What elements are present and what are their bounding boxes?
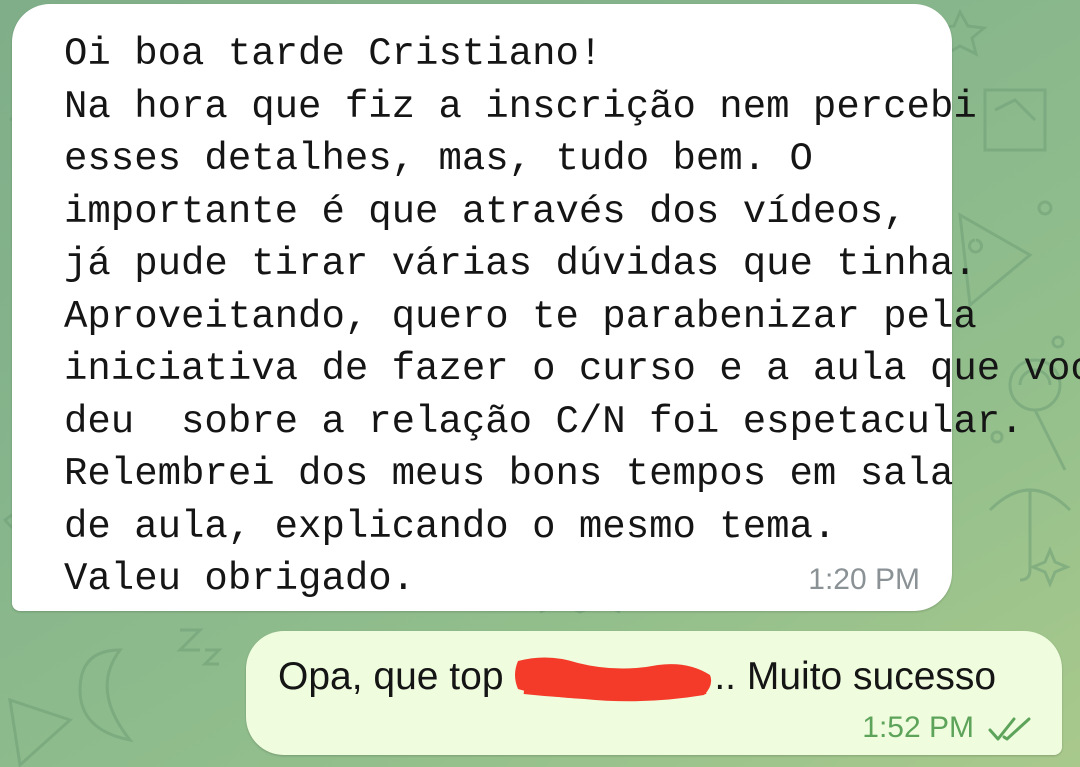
- dot-doodle: [1051, 335, 1065, 349]
- outgoing-text-start: Opa, que top: [278, 655, 515, 698]
- message-line: já pude tirar várias dúvidas que tinha.: [64, 242, 977, 286]
- message-line: iniciativa de fazer o curso e a aula que…: [64, 347, 1080, 391]
- incoming-message-text: Oi boa tarde Cristiano! Na hora que fiz …: [64, 28, 1080, 606]
- message-line: Oi boa tarde Cristiano!: [64, 32, 603, 76]
- message-line: Aproveitando, quero te parabenizar pela: [64, 294, 977, 339]
- incoming-message-time: 1:20 PM: [808, 563, 920, 596]
- message-line: Relembrei dos meus bons tempos em sala: [64, 452, 954, 496]
- outgoing-message-text: Opa, que top .. Muito sucesso: [278, 653, 997, 702]
- sticker-doodle: [983, 88, 1047, 152]
- moon-doodle: [78, 648, 134, 743]
- message-line: de aula, explicando o mesmo tema.: [64, 504, 837, 549]
- message-line: importante é que através dos vídeos,: [64, 189, 907, 234]
- outgoing-text-end: .. Muito sucesso: [714, 655, 997, 698]
- outgoing-message-time: 1:52 PM: [862, 711, 974, 744]
- redaction-scribble: [514, 653, 714, 702]
- pizza-doodle-2: [8, 697, 73, 767]
- message-line: esses detalhes, mas, tudo bem. O: [64, 137, 813, 181]
- incoming-message-bubble[interactable]: Oi boa tarde Cristiano! Na hora que fiz …: [12, 4, 1080, 611]
- zzz-doodle: [176, 628, 223, 666]
- outgoing-message-bubble[interactable]: Opa, que top .. Muito sucesso 1:52 PM: [246, 631, 1062, 755]
- message-line: Valeu obrigado.: [64, 557, 416, 601]
- sparkle-doodle: [1029, 546, 1071, 588]
- message-line: deu sobre a relação C/N foi espetacular.: [64, 399, 1024, 444]
- message-line: Na hora que fiz a inscrição nem percebi: [64, 84, 977, 129]
- umbrella-doodle: [988, 488, 1072, 582]
- dot-doodle: [1037, 200, 1053, 216]
- double-check-icon: [988, 717, 1031, 741]
